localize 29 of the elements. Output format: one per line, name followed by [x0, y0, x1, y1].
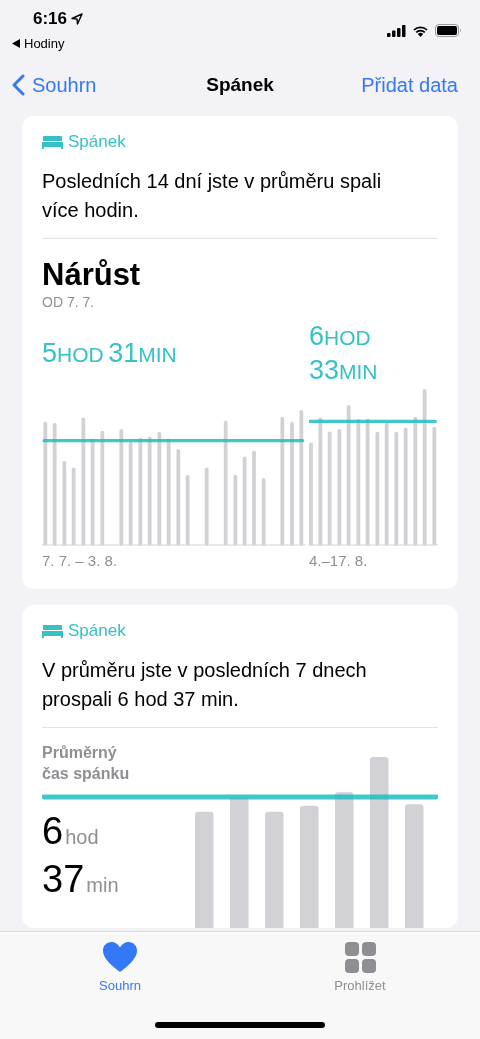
summary-text: V průměru jste v posledních 7 dnech prospali 6 hod 37 min.	[42, 658, 368, 712]
card-category: Spánek	[68, 621, 126, 641]
grid-icon	[344, 942, 376, 973]
bed-icon	[42, 624, 63, 638]
average-value: 5HOD 31MIN	[42, 338, 177, 370]
location-arrow-icon	[71, 13, 84, 25]
status-time: 6:16	[33, 9, 68, 29]
tab[interactable]: Souhrn	[0, 932, 240, 994]
date-range-label: 4.–17. 8.	[309, 552, 369, 569]
trend-subheading: OD 7. 7.	[42, 294, 96, 310]
summary-text: Posledních 14 dní jste v průměru spali více hodin.	[42, 169, 383, 223]
bed-icon	[42, 135, 63, 149]
card-category: Spánek	[68, 132, 126, 152]
average-label: Průměrný čas spánku	[42, 743, 131, 784]
average-sleep-value: 6hod 37min	[42, 811, 119, 902]
back-button[interactable]: Souhrn	[12, 73, 97, 97]
heart-icon	[103, 942, 137, 973]
signal-icon	[387, 24, 406, 37]
nav-title: Spánek	[206, 74, 274, 96]
back-triangle-icon[interactable]	[12, 39, 20, 48]
tab[interactable]: Prohlížet	[240, 932, 480, 994]
wifi-icon	[412, 24, 429, 37]
back-to-app-link[interactable]: Hodiny	[24, 36, 65, 51]
trend-heading: Nárůst	[42, 257, 142, 293]
add-data-button[interactable]: Přidat data	[361, 73, 458, 97]
battery-icon	[435, 24, 462, 37]
date-range-label: 7. 7. – 3. 8.	[42, 552, 119, 569]
average-value: 6HOD 33MIN	[309, 321, 379, 387]
chevron-left-icon	[12, 74, 25, 96]
